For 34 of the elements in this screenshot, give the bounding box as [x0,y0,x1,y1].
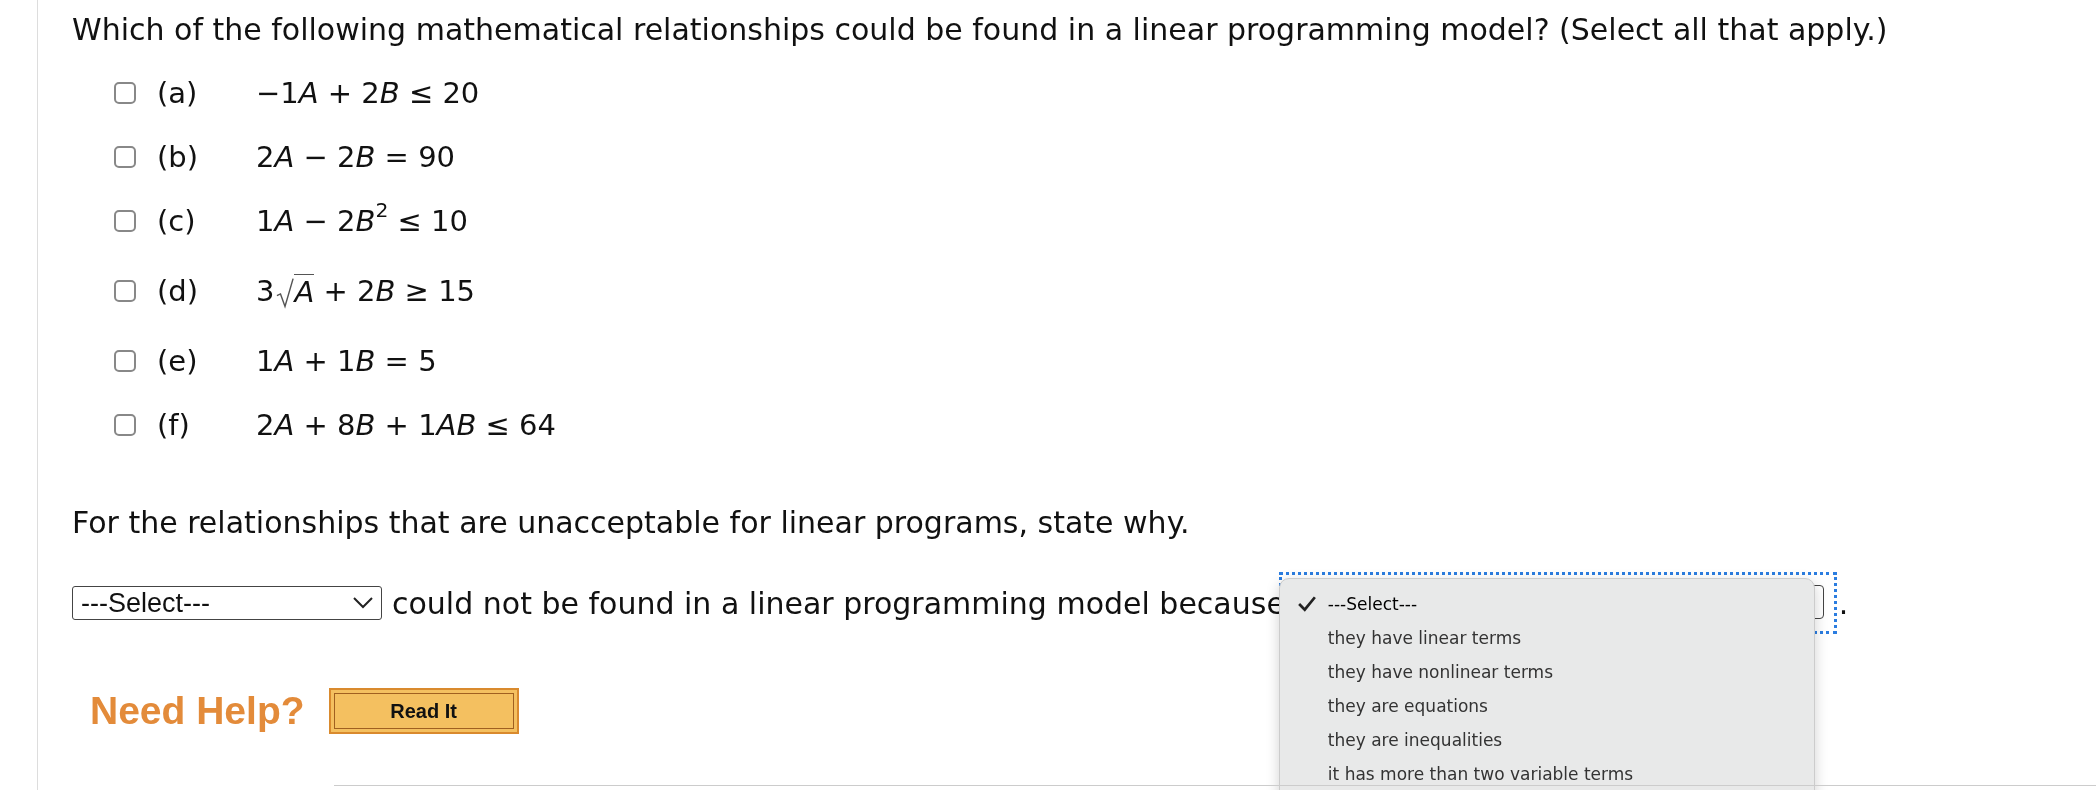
need-help-label: Need Help? [90,689,305,733]
menu-item[interactable]: it has more than two variable terms [1279,757,1814,790]
formula: 2A + 8B + 1AB ≤ 64 [256,408,556,442]
select-dropdown[interactable]: ---Select--- [72,586,382,620]
sentence-text: could not be found in a linear programming model because [392,585,1285,621]
option-label: (f) [157,408,191,442]
checkbox[interactable] [114,280,136,302]
formula: 1A + 1B = 5 [256,344,437,378]
checkbox[interactable] [114,82,136,104]
menu-item[interactable]: they are equations [1279,689,1814,723]
menu-item[interactable]: they are inequalities [1279,723,1814,757]
option-label: (b) [157,140,200,174]
read-it-button[interactable]: Read It [328,688,519,734]
option-label: (d) [157,274,200,308]
coefficient: 3 [256,274,275,308]
checkbox[interactable] [114,146,136,168]
checkmark-icon [1297,596,1316,612]
formula: 2A − 2B = 90 [256,140,456,174]
radical-sign-icon [276,277,295,309]
checkbox[interactable] [114,210,136,232]
question-text: Which of the following mathematical relationships could be found in a linear programming model? (Select all that apply.) [72,11,1889,47]
option-label: (e) [157,344,199,378]
formula: + 2B ≥ 15 [322,274,476,308]
option-label: (a) [157,76,199,110]
checkbox[interactable] [114,350,136,372]
menu-item[interactable]: they have linear terms [1279,621,1814,655]
formula: −1A + 2B ≤ 20 [256,76,480,110]
chevron-icon [353,597,373,609]
checkbox[interactable] [114,414,136,436]
option-label: (c) [157,204,197,238]
period-text: . [1838,585,1849,621]
radicand: A [294,273,315,309]
prompt-text: For the relationships that are unacceptable for linear programs, state why. [72,505,1191,540]
menu-item[interactable]: they have nonlinear terms [1279,655,1814,689]
